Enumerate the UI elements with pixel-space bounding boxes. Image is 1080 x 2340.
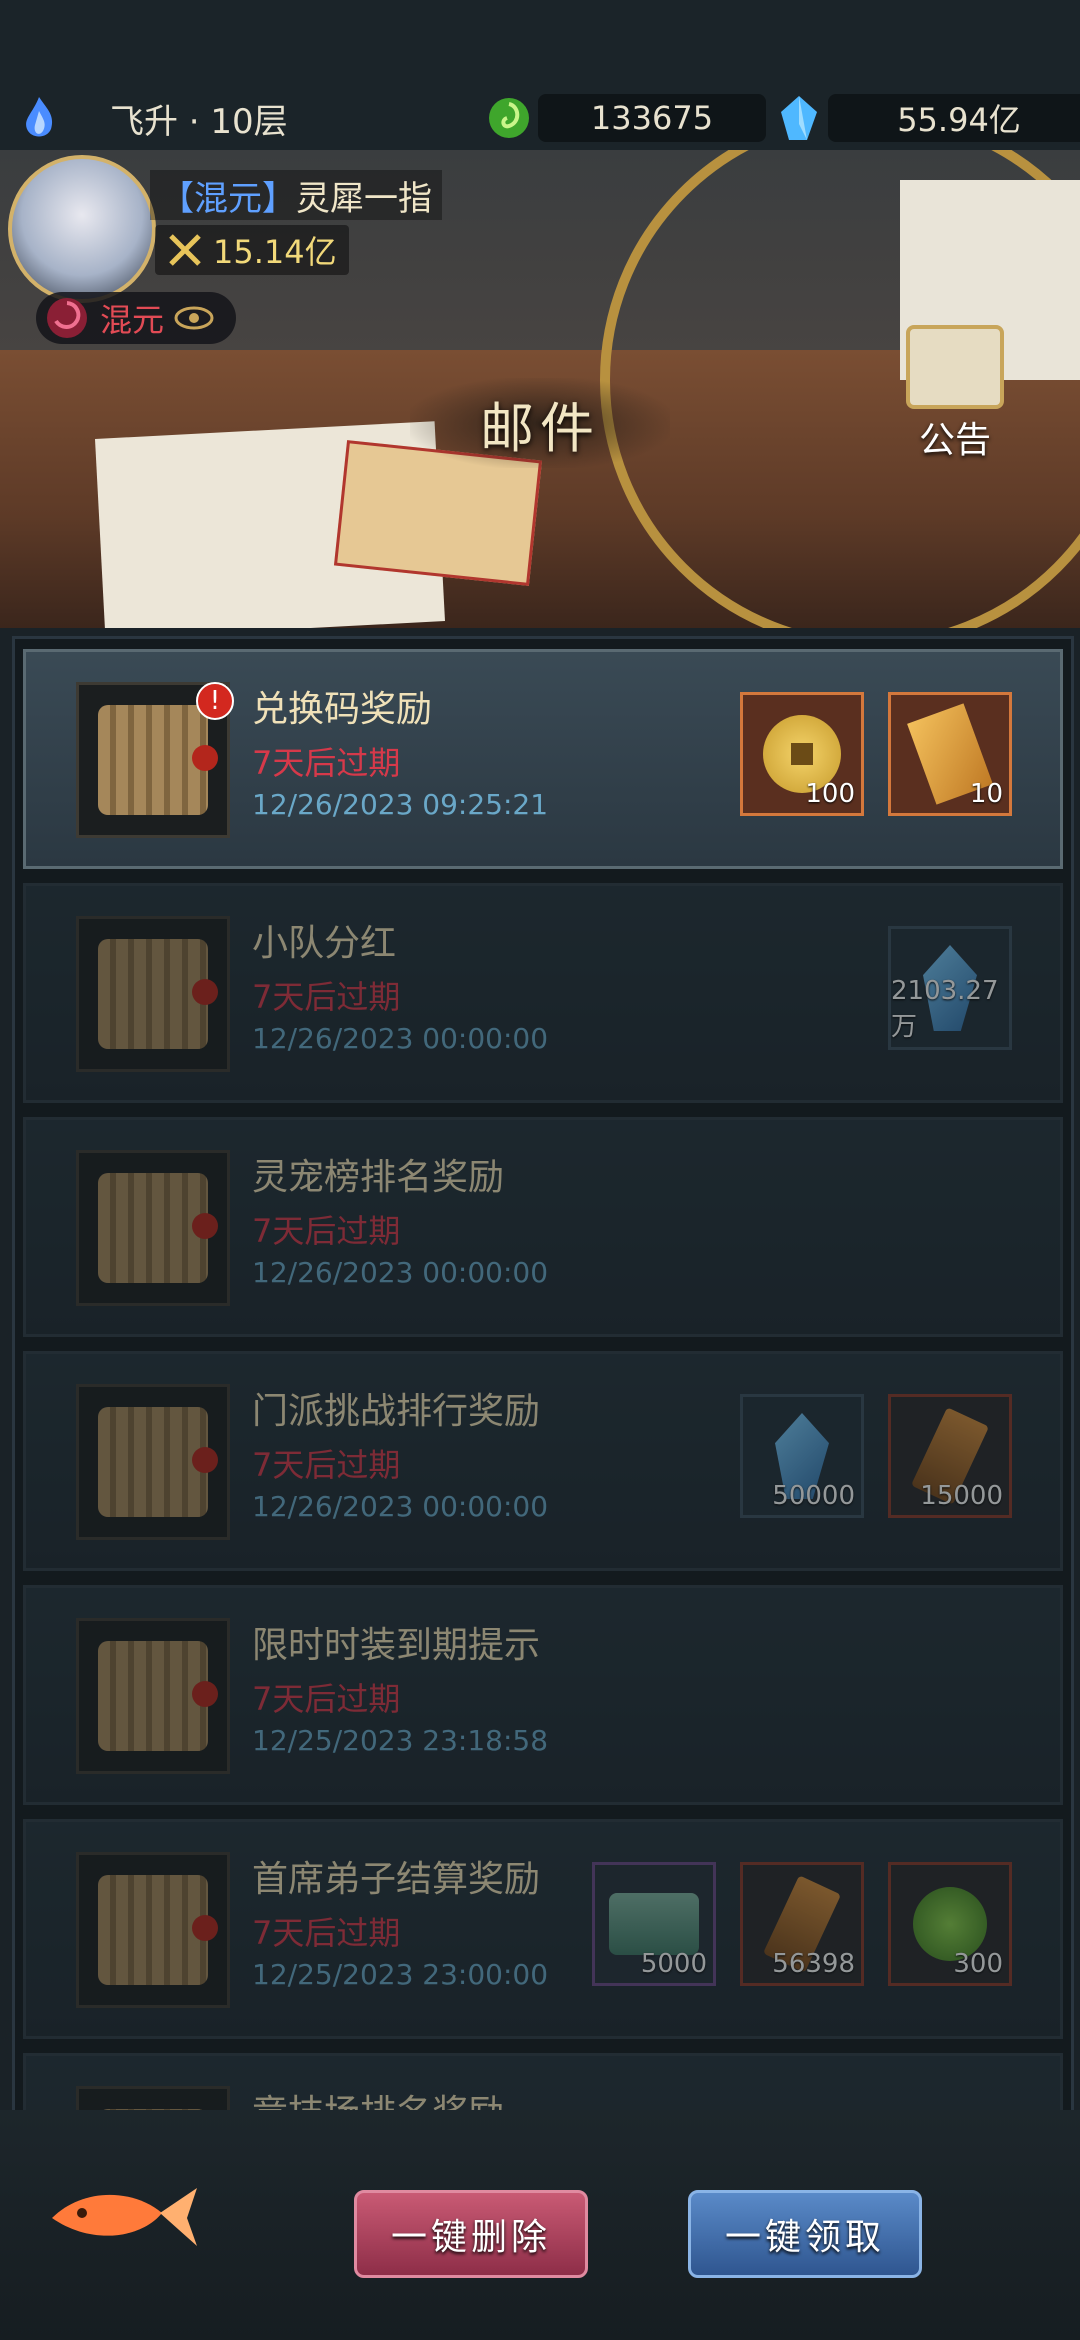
gold-coin-reward[interactable]: 100 [740,692,864,816]
scroll-reward[interactable]: 5000 [592,1862,716,1986]
mail-date: 12/26/2023 00:00:00 [252,1022,549,1055]
mail-date: 12/26/2023 00:00:00 [252,1490,549,1523]
mail-title: 小队分红 [252,923,397,964]
avatar[interactable] [8,155,156,303]
crystal-reward[interactable]: 2103.27万 [888,926,1012,1050]
mail-title: 首席弟子结算奖励 [252,1859,541,1900]
notice-button[interactable]: 公告 [890,325,1020,465]
mail-date: 12/26/2023 09:25:21 [252,788,549,821]
token-reward[interactable]: 15000 [888,1394,1012,1518]
mail-title: 门派挑战排行奖励 [252,1391,541,1432]
mail-expire: 7天后过期 [252,1446,401,1484]
green-jade-icon [486,95,532,141]
crystal-reward[interactable]: 50000 [740,1394,864,1518]
jade-resource[interactable]: 133675 [486,88,766,148]
mail-date: 12/25/2023 23:18:58 [252,1724,549,1757]
mail-item[interactable]: 门派挑战排行奖励 7天后过期 12/26/2023 00:00:00 50000… [23,1351,1063,1571]
swirl-icon [47,298,87,338]
token-reward[interactable]: 56398 [740,1862,864,1986]
combat-power: 15.14亿 [155,225,349,275]
mail-expire: 7天后过期 [252,1212,401,1250]
mail-expire: 7天后过期 [252,978,401,1016]
blue-crystal-icon [776,95,822,141]
talisman-reward[interactable]: 10 [888,692,1012,816]
mail-scroll-icon [76,1852,230,2008]
power-value: 15.14亿 [213,233,337,271]
mail-rewards: 5000 56398 300 [592,1862,1012,1986]
mail-item[interactable]: 限时时装到期提示 7天后过期 12/25/2023 23:18:58 [23,1585,1063,1805]
mail-date: 12/26/2023 00:00:00 [252,1256,549,1289]
reward-count: 300 [953,1949,1003,1979]
reward-count: 2103.27万 [891,976,999,1042]
mail-item[interactable]: 首席弟子结算奖励 7天后过期 12/25/2023 23:00:00 5000 … [23,1819,1063,2039]
level-text: 飞升 · 10层 [110,101,288,142]
level-display: 飞升 · 10层 [16,88,288,148]
mail-scroll-icon [76,1384,230,1540]
reward-count: 5000 [640,1949,707,1979]
reward-count: 100 [805,779,855,809]
rank-text: 混元 [100,301,165,339]
blue-flame-icon [16,95,62,141]
mail-item[interactable]: ! 兑换码奖励 7天后过期 12/26/2023 09:25:21 100 10 [23,649,1063,869]
mail-title: 限时时装到期提示 [252,1625,541,1666]
mail-scroll-icon [76,1618,230,1774]
crystal-resource[interactable]: 55.94亿 [776,88,1080,148]
reward-count: 56398 [772,1949,855,1979]
mail-item[interactable]: 竞技场排名奖励 [23,2053,1063,2114]
eye-icon [174,306,214,330]
mail-title: 兑换码奖励 [252,689,433,730]
jade-count: 133675 [538,94,766,142]
player-name-text: 灵犀一指 [296,178,432,219]
unread-alert-icon: ! [196,682,234,720]
reward-count: 50000 [772,1481,855,1511]
mail-expire: 7天后过期 [252,1914,401,1952]
mail-scroll-icon [76,1150,230,1306]
notice-scroll-icon [906,325,1004,409]
mail-rewards: 100 10 [740,692,1012,816]
mail-item[interactable]: 小队分红 7天后过期 12/26/2023 00:00:00 2103.27万 [23,883,1063,1103]
mail-date: 12/25/2023 23:00:00 [252,1958,549,1991]
crossed-swords-icon [169,234,201,266]
crystal-count: 55.94亿 [828,94,1080,142]
delete-all-button[interactable]: 一键删除 [354,2190,588,2278]
mail-rewards: 2103.27万 [888,926,1012,1050]
mail-rewards: 50000 15000 [740,1394,1012,1518]
page-title: 邮件 [410,378,670,468]
mail-title: 灵宠榜排名奖励 [252,1157,505,1198]
player-name: 【混元】 灵犀一指 [150,170,442,220]
rank-badge[interactable]: 混元 [36,292,236,344]
green-scroll-icon [609,1893,699,1955]
mail-scroll-icon [76,916,230,1072]
player-tag: 【混元】 [160,178,296,219]
mail-item[interactable]: 灵宠榜排名奖励 7天后过期 12/26/2023 00:00:00 [23,1117,1063,1337]
mail-expire: 7天后过期 [252,744,401,782]
mail-list[interactable]: ! 兑换码奖励 7天后过期 12/26/2023 09:25:21 100 10… [12,636,1074,2117]
reward-count: 15000 [920,1481,1003,1511]
koi-fish-icon[interactable] [42,2168,202,2258]
jade-reward[interactable]: 300 [888,1862,1012,1986]
reward-count: 10 [969,779,1003,809]
mail-expire: 7天后过期 [252,1680,401,1718]
claim-all-button[interactable]: 一键领取 [688,2190,922,2278]
notice-label: 公告 [918,420,991,461]
